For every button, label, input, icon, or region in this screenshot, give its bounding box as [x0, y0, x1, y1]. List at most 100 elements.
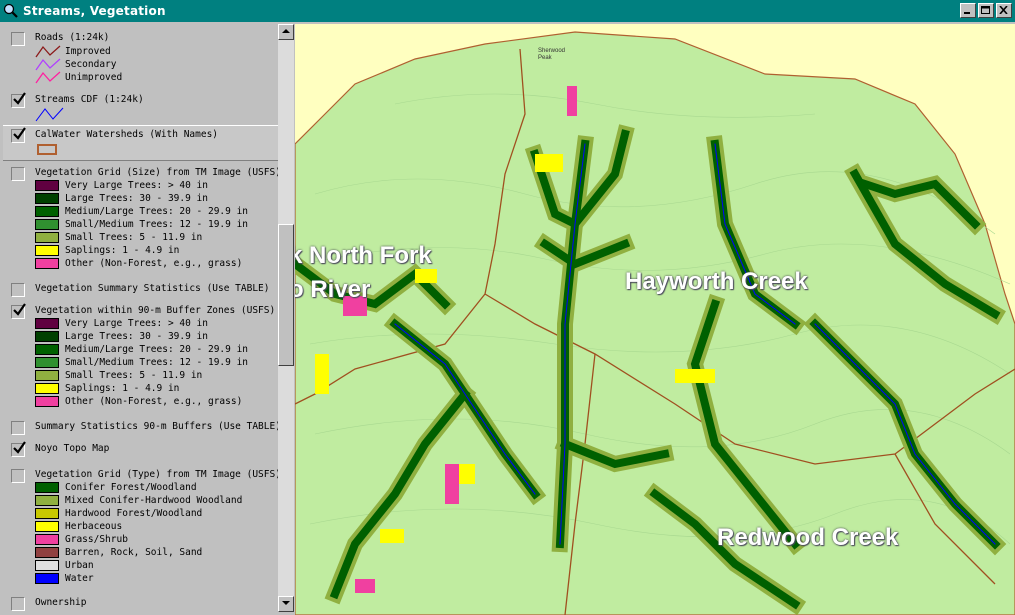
legend-item-label: Herbaceous: [65, 521, 123, 532]
road-improved-symbol: [35, 45, 61, 58]
title-bar[interactable]: Streams, Vegetation: [0, 0, 1015, 22]
legend-item-label: Mixed Conifer-Hardwood Woodland: [65, 495, 243, 506]
checkmark-icon: [13, 441, 26, 454]
legend-item-label: Urban: [65, 560, 94, 571]
color-swatch: [35, 482, 59, 493]
legend-item-label: Small/Medium Trees: 12 - 19.9 in: [65, 219, 249, 230]
map-label-river: o River: [295, 276, 371, 303]
theme-calwater[interactable]: CalWater Watersheds (With Names): [3, 125, 278, 161]
checkmark-icon: [13, 92, 26, 105]
color-swatch: [35, 534, 59, 545]
map-view[interactable]: k North Fork o River Hayworth Creek Redw…: [295, 24, 1015, 615]
legend-item-label: Other (Non-Forest, e.g., grass): [65, 258, 243, 269]
theme-veg-type[interactable]: Vegetation Grid (Type) from TM Image (US…: [3, 467, 278, 589]
stream-symbol: [35, 107, 64, 122]
color-swatch: [35, 560, 59, 571]
theme-title: Noyo Topo Map: [35, 443, 110, 454]
streams-checkbox[interactable]: [11, 92, 26, 108]
color-swatch: [35, 331, 59, 342]
arrow-down-icon: [282, 601, 290, 605]
color-swatch: [35, 573, 59, 584]
scroll-up-button[interactable]: [278, 24, 294, 40]
theme-title: Vegetation within 90-m Buffer Zones (USF…: [35, 305, 276, 316]
color-swatch: [35, 357, 59, 368]
veg-type-checkbox[interactable]: [11, 469, 25, 483]
veg-summary-checkbox[interactable]: [11, 283, 25, 297]
road-secondary-symbol: [35, 58, 61, 71]
map-label-peak: Sherwood Peak: [538, 48, 566, 61]
legend-item-label: Medium/Large Trees: 20 - 29.9 in: [65, 206, 249, 217]
legend-item-label: Medium/Large Trees: 20 - 29.9 in: [65, 344, 249, 355]
color-swatch: [35, 495, 59, 506]
minimize-button[interactable]: [960, 3, 976, 18]
legend-item-label: Barren, Rock, Soil, Sand: [65, 547, 203, 558]
checkmark-icon: [13, 127, 26, 140]
veg-buffer-checkbox[interactable]: [11, 303, 26, 319]
legend-item-label: Very Large Trees: > 40 in: [65, 318, 208, 329]
legend-item-label: Small Trees: 5 - 11.9 in: [65, 370, 203, 381]
map-label-north-fork: k North Fork: [295, 242, 432, 269]
arrow-up-icon: [282, 29, 290, 33]
legend-item-label: Unimproved: [65, 72, 123, 83]
calwater-checkbox[interactable]: [11, 127, 26, 143]
checkmark-icon: [13, 303, 26, 316]
topo-checkbox[interactable]: [11, 441, 26, 457]
color-swatch: [35, 396, 59, 407]
legend-item-label: Other (Non-Forest, e.g., grass): [65, 396, 243, 407]
close-button[interactable]: [996, 3, 1012, 18]
legend-item-label: Conifer Forest/Woodland: [65, 482, 197, 493]
veg-size-checkbox[interactable]: [11, 167, 25, 181]
theme-title: Vegetation Grid (Size) from TM Image (US…: [35, 167, 278, 178]
view-icon: [3, 3, 18, 18]
legend-item-label: Water: [65, 573, 94, 584]
roads-checkbox[interactable]: [11, 32, 25, 46]
color-swatch: [35, 521, 59, 532]
color-swatch: [35, 219, 59, 230]
color-swatch: [35, 193, 59, 204]
theme-title: Roads (1:24k): [35, 32, 110, 43]
minimize-icon: [964, 12, 970, 14]
map-label-hayworth-creek: Hayworth Creek: [625, 268, 808, 295]
app-window: Streams, Vegetation Roads (1:24k) Improv…: [0, 0, 1015, 615]
theme-title: Ownership: [35, 597, 87, 608]
legend-item-label: Secondary: [65, 59, 117, 70]
theme-topo[interactable]: Noyo Topo Map: [3, 441, 278, 457]
theme-veg-summary[interactable]: Vegetation Summary Statistics (Use TABLE…: [3, 281, 278, 297]
ownership-checkbox[interactable]: [11, 597, 25, 611]
legend-item-label: Saplings: 1 - 4.9 in: [65, 383, 180, 394]
theme-ownership[interactable]: Ownership: [3, 595, 278, 611]
theme-title: Streams CDF (1:24k): [35, 94, 144, 105]
legend-item-label: Saplings: 1 - 4.9 in: [65, 245, 180, 256]
legend-scrollbar[interactable]: [278, 24, 294, 612]
theme-streams[interactable]: Streams CDF (1:24k): [3, 92, 278, 124]
road-unimproved-symbol: [35, 71, 61, 84]
color-swatch: [35, 318, 59, 329]
theme-veg-buffer[interactable]: Vegetation within 90-m Buffer Zones (USF…: [3, 303, 278, 413]
theme-title: CalWater Watersheds (With Names): [35, 129, 219, 140]
color-swatch: [35, 232, 59, 243]
color-swatch: [35, 258, 59, 269]
map-canvas: [295, 31, 1015, 615]
maximize-icon: [981, 6, 990, 14]
maximize-button[interactable]: [978, 3, 994, 18]
color-swatch: [35, 508, 59, 519]
legend-item-label: Very Large Trees: > 40 in: [65, 180, 208, 191]
window-title: Streams, Vegetation: [23, 4, 166, 18]
theme-veg-size[interactable]: Vegetation Grid (Size) from TM Image (US…: [3, 165, 278, 275]
map-label-redwood-creek: Redwood Creek: [717, 524, 899, 551]
theme-title: Vegetation Summary Statistics (Use TABLE…: [35, 283, 270, 294]
theme-roads[interactable]: Roads (1:24k) Improved Secondary Unimpro…: [3, 30, 278, 86]
color-swatch: [35, 180, 59, 191]
scroll-down-button[interactable]: [278, 596, 294, 612]
color-swatch: [35, 370, 59, 381]
watershed-symbol: [37, 144, 57, 155]
buffer-summary-checkbox[interactable]: [11, 421, 25, 435]
scroll-thumb[interactable]: [278, 224, 294, 366]
theme-buffer-summary[interactable]: Summary Statistics 90-m Buffers (Use TAB…: [3, 419, 278, 435]
color-swatch: [35, 344, 59, 355]
color-swatch: [35, 245, 59, 256]
color-swatch: [35, 547, 59, 558]
legend-panel: Roads (1:24k) Improved Secondary Unimpro…: [3, 24, 278, 612]
legend-item-label: Hardwood Forest/Woodland: [65, 508, 203, 519]
color-swatch: [35, 206, 59, 217]
